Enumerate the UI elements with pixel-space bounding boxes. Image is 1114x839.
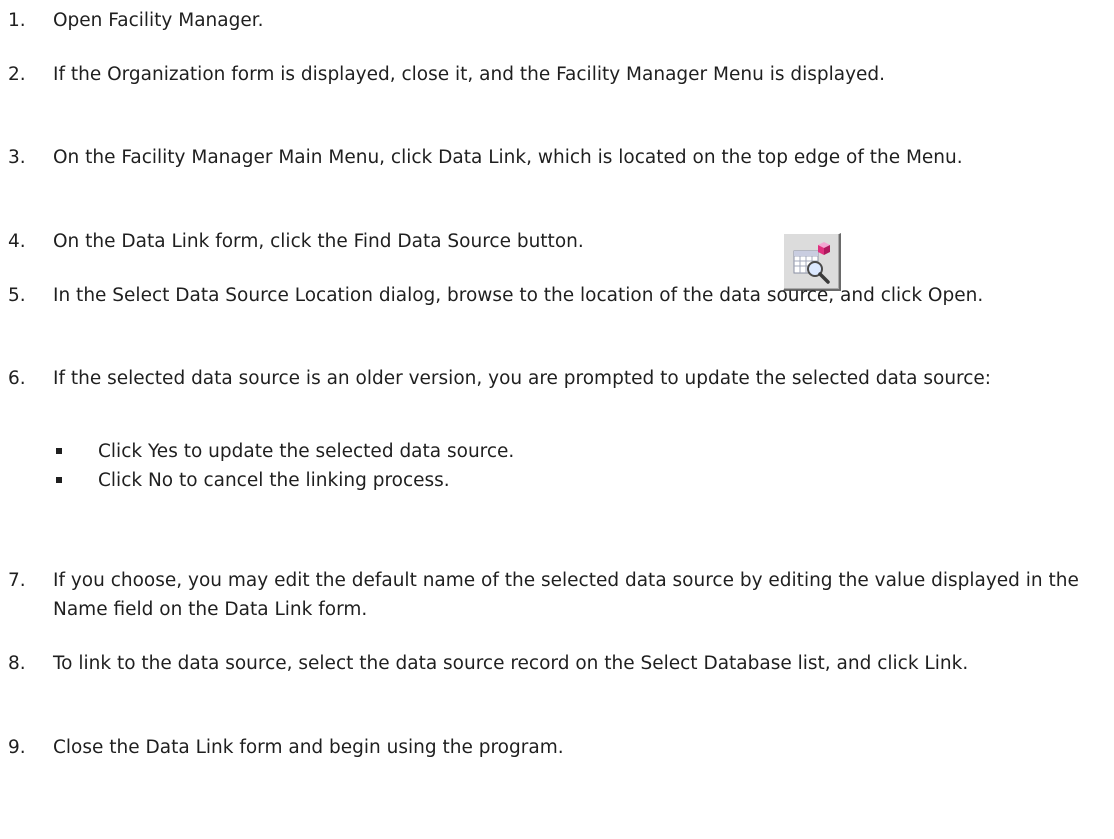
- step-text: On the Facility Manager Main Menu, click…: [53, 147, 963, 168]
- procedure-document: 1. Open Facility Manager. 2. If the Orga…: [0, 0, 1114, 839]
- step-text: Close the Data Link form and begin using…: [53, 737, 564, 758]
- step-number: 9.: [8, 737, 26, 758]
- step-number: 6.: [8, 368, 26, 389]
- step-5: 5. In the Select Data Source Location di…: [8, 281, 1098, 310]
- step-text: If the selected data source is an older …: [53, 368, 992, 389]
- step-text: On the Data Link form, click the Find Da…: [53, 231, 584, 252]
- list-item: Click Yes to update the selected data so…: [53, 437, 1093, 466]
- bullet-text: Click No to cancel the linking process.: [98, 470, 450, 491]
- step-6: 6. If the selected data source is an old…: [8, 364, 1098, 393]
- list-item: Click No to cancel the linking process.: [53, 466, 1093, 495]
- step-4: 4. On the Data Link form, click the Find…: [8, 227, 1098, 256]
- step-text: If you choose, you may edit the default …: [53, 570, 1079, 620]
- step-7: 7. If you choose, you may edit the defau…: [8, 566, 1098, 624]
- step-number: 2.: [8, 64, 26, 85]
- step-number: 4.: [8, 231, 26, 252]
- step-number: 5.: [8, 285, 26, 306]
- step-text: In the Select Data Source Location dialo…: [53, 285, 984, 306]
- step-number: 1.: [8, 10, 26, 31]
- step-text: If the Organization form is displayed, c…: [53, 64, 886, 85]
- step-2: 2. If the Organization form is displayed…: [8, 60, 1098, 89]
- step-number: 7.: [8, 570, 26, 591]
- step-number: 8.: [8, 653, 26, 674]
- step-1: 1. Open Facility Manager.: [8, 6, 1098, 35]
- step-9: 9. Close the Data Link form and begin us…: [8, 733, 1098, 762]
- step-number: 3.: [8, 147, 26, 168]
- square-bullet-icon: [56, 448, 62, 454]
- find-data-source-icon: [793, 242, 830, 284]
- step-text: Open Facility Manager.: [53, 10, 264, 31]
- step-8: 8. To link to the data source, select th…: [8, 649, 1098, 678]
- square-bullet-icon: [56, 477, 62, 483]
- step-3: 3. On the Facility Manager Main Menu, cl…: [8, 143, 1098, 172]
- bullet-text: Click Yes to update the selected data so…: [98, 441, 515, 462]
- step-text: To link to the data source, select the d…: [53, 653, 969, 674]
